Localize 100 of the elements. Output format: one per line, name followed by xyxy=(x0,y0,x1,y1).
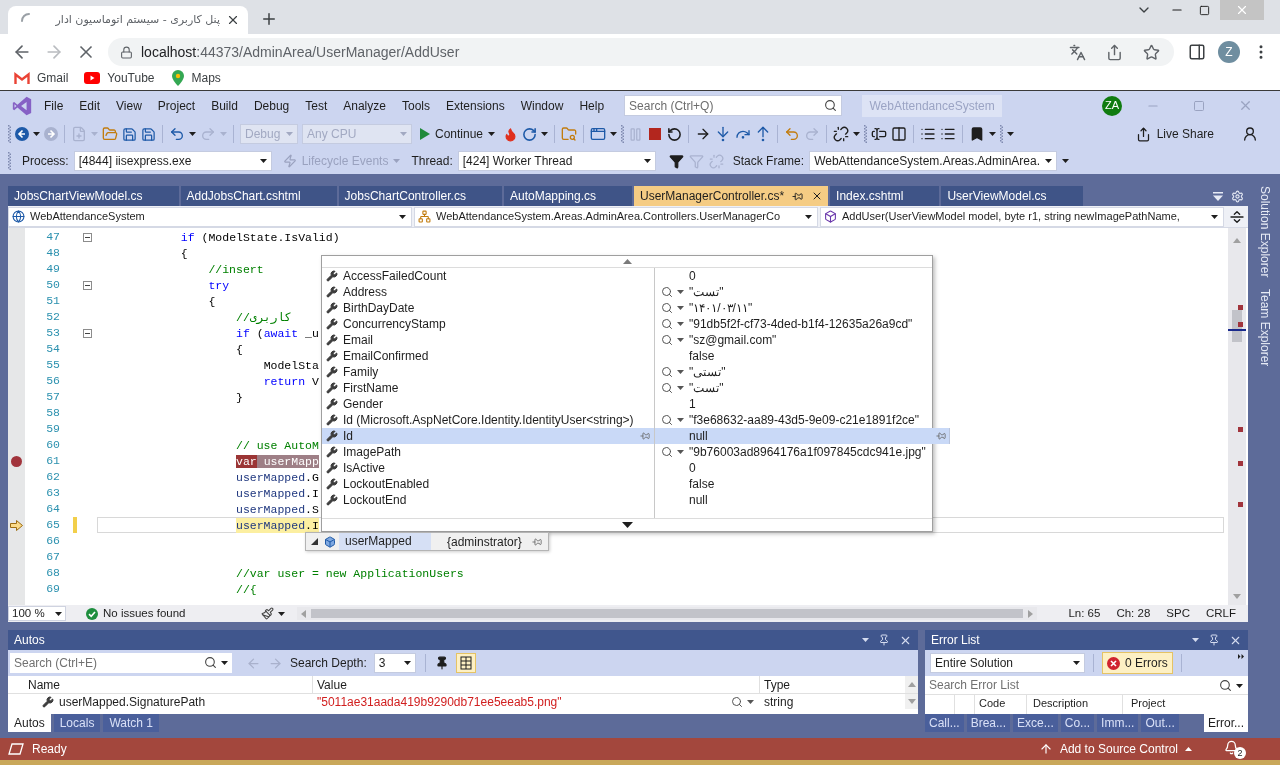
panel-tab[interactable]: Error... xyxy=(1204,714,1248,732)
menu-item[interactable]: Debug xyxy=(245,96,298,115)
panel-tab[interactable]: Call... xyxy=(925,714,964,732)
datatip-row[interactable]: LockoutEnd null xyxy=(322,492,932,508)
menu-item[interactable]: Help xyxy=(571,96,613,115)
magnifier-icon[interactable] xyxy=(661,286,673,298)
caret-icon[interactable] xyxy=(747,699,754,704)
caret-icon[interactable] xyxy=(610,132,618,136)
menu-item[interactable]: View xyxy=(108,96,150,115)
breakpoint-icon[interactable] xyxy=(11,455,22,467)
bell-icon[interactable] xyxy=(1224,740,1239,755)
document-tab[interactable]: AutoMapping.cs xyxy=(503,186,632,206)
side-tab[interactable]: Team Explorer xyxy=(1256,289,1274,367)
pin-icon[interactable] xyxy=(878,634,890,646)
panel-tab[interactable]: Brea... xyxy=(966,714,1011,732)
close-icon[interactable] xyxy=(226,13,240,27)
panel-tab[interactable]: Imm... xyxy=(1097,714,1139,732)
collapse-icon[interactable] xyxy=(82,232,92,242)
expanded-triangle-icon[interactable] xyxy=(311,538,318,545)
person-icon[interactable] xyxy=(1242,126,1258,142)
settings-icon[interactable] xyxy=(1231,189,1244,203)
panel-tab[interactable]: Exce... xyxy=(1013,714,1058,732)
scroll-down-icon[interactable] xyxy=(621,522,633,528)
menu-item[interactable]: Extensions xyxy=(438,96,513,115)
pin-icon[interactable] xyxy=(434,656,449,670)
search-field[interactable]: Search Error List xyxy=(925,676,1248,695)
grip-icon[interactable] xyxy=(621,125,625,143)
column-header[interactable]: Value xyxy=(313,676,760,693)
grip-icon[interactable] xyxy=(1000,125,1004,143)
caret-icon[interactable] xyxy=(677,322,684,326)
caret-icon[interactable] xyxy=(189,132,196,136)
panel-tab[interactable]: Watch 1 xyxy=(103,714,159,732)
share-icon[interactable] xyxy=(1106,43,1123,61)
menu-item[interactable]: Tools xyxy=(393,96,438,115)
datatip-row[interactable]: ConcurrencyStamp "91db5f2f-cf73-4ded-b1f4-12635a26a9cd" xyxy=(322,316,932,332)
grip-icon[interactable] xyxy=(8,125,11,143)
process-dropdown[interactable]: [4844] iisexpress.exe xyxy=(73,151,272,171)
broken-link-icon[interactable] xyxy=(833,126,850,142)
menu-item[interactable]: File xyxy=(36,96,72,115)
caret-icon[interactable] xyxy=(989,132,997,136)
magnifier-icon[interactable] xyxy=(661,446,673,458)
overflow-icon[interactable] xyxy=(1238,654,1244,659)
scope-dropdown[interactable]: Entire Solution xyxy=(930,653,1085,673)
panel-tab[interactable]: Co... xyxy=(1060,714,1095,732)
table-icon[interactable] xyxy=(455,653,476,673)
caret-icon[interactable] xyxy=(221,661,228,665)
column-header[interactable]: Project xyxy=(1123,695,1248,714)
source-control-button[interactable]: Add to Source Control xyxy=(1038,740,1192,758)
datatip-header[interactable]: userMapped {adminstrator} xyxy=(305,532,549,551)
search-icon[interactable] xyxy=(1219,679,1232,692)
side-panel-icon[interactable] xyxy=(1188,43,1206,61)
datatip-row[interactable]: LockoutEnabled false xyxy=(322,476,932,492)
magnifier-icon[interactable] xyxy=(661,382,673,394)
document-tab[interactable]: Index.cshtml xyxy=(830,186,940,206)
datatip-row[interactable]: AccessFailedCount 0 xyxy=(322,268,932,284)
collapse-icon[interactable] xyxy=(82,280,92,290)
document-tab[interactable]: UserViewModel.cs xyxy=(941,186,1083,206)
collapse-icon[interactable] xyxy=(82,328,92,338)
filter-icon[interactable] xyxy=(668,153,684,169)
caret-icon[interactable] xyxy=(1236,684,1243,688)
panel-tab[interactable]: Autos xyxy=(8,714,51,732)
datatip-row[interactable]: Email "sz@gmail.com" xyxy=(322,332,932,348)
bookmark-link[interactable]: Maps xyxy=(170,70,221,86)
split-icon[interactable] xyxy=(1229,208,1245,225)
magnifier-icon[interactable] xyxy=(661,414,673,426)
grip-icon[interactable] xyxy=(8,152,11,170)
address-bar[interactable]: localhost:44373/AdminArea/UserManager/AddUser xyxy=(108,38,1174,66)
save-icon[interactable] xyxy=(122,126,137,142)
menu-item[interactable]: Build xyxy=(203,96,246,115)
errors-filter-button[interactable]: 0 Errors xyxy=(1102,652,1173,674)
refresh-icon[interactable] xyxy=(522,126,538,142)
grip-icon[interactable] xyxy=(864,125,868,143)
horizontal-scrollbar[interactable] xyxy=(297,607,1038,620)
pin-icon[interactable] xyxy=(1208,634,1220,646)
search-depth-dropdown[interactable]: 3 xyxy=(373,653,416,673)
brush-icon[interactable] xyxy=(261,607,275,620)
caret-icon[interactable] xyxy=(853,132,861,136)
menu-item[interactable]: Test xyxy=(297,96,336,115)
document-tab[interactable]: AddJobsChart.cshtml xyxy=(180,186,337,206)
bookmark-star-icon[interactable] xyxy=(1143,43,1160,61)
panel-tab[interactable]: Locals xyxy=(53,714,101,732)
window-icon[interactable] xyxy=(590,126,607,142)
live-share-button[interactable]: Live Share xyxy=(1131,123,1218,145)
new-tab-icon[interactable] xyxy=(260,10,278,28)
continue-button[interactable]: Continue xyxy=(416,123,500,145)
document-tab[interactable]: JobsChartController.cs xyxy=(338,186,502,206)
caret-icon[interactable] xyxy=(677,306,684,310)
magnifier-icon[interactable] xyxy=(731,695,743,708)
translate-icon[interactable] xyxy=(1069,43,1086,61)
stop-icon[interactable] xyxy=(649,128,662,140)
caret-icon[interactable] xyxy=(33,132,40,136)
search-icon[interactable] xyxy=(204,656,217,669)
account-avatar[interactable]: ZA xyxy=(1102,95,1122,116)
caret-icon[interactable] xyxy=(1062,159,1070,163)
datatip-row[interactable]: ImagePath "9b76003ad8964176a1f097845cdc941e.jpg" xyxy=(322,444,932,460)
caret-icon[interactable] xyxy=(677,290,684,294)
panel-tab[interactable]: Out... xyxy=(1141,714,1179,732)
back-icon[interactable] xyxy=(15,127,29,141)
caret-icon[interactable] xyxy=(677,418,684,422)
caret-icon[interactable] xyxy=(541,132,549,136)
